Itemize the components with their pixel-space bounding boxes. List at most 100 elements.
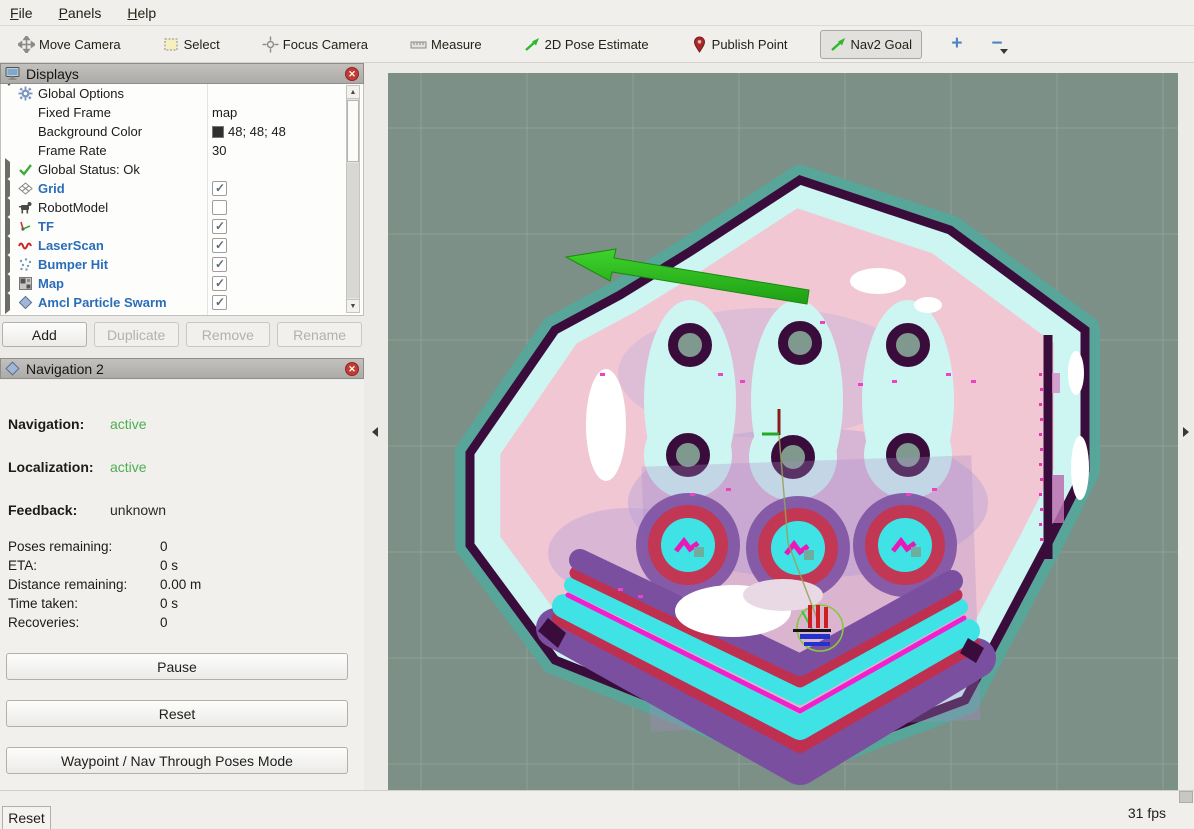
remove-tool-button[interactable]: − xyxy=(984,31,1010,57)
display-row-amcl-particle-swarm[interactable]: Amcl Particle Swarm xyxy=(1,293,363,312)
enabled-cell xyxy=(212,181,227,196)
tool-select[interactable]: Select xyxy=(153,30,230,59)
status-label: Localization: xyxy=(8,459,110,475)
enabled-checkbox[interactable] xyxy=(212,181,227,196)
diamond-icon xyxy=(18,295,33,310)
right-splitter[interactable] xyxy=(1178,63,1194,790)
splitter-expand-icon[interactable] xyxy=(1180,423,1192,441)
expander-right-icon[interactable] xyxy=(5,257,15,272)
stat-value: 0.00 m xyxy=(160,577,201,592)
expander-right-icon[interactable] xyxy=(5,276,15,291)
add-display-button[interactable]: Add xyxy=(2,322,87,347)
tf-icon xyxy=(18,219,33,234)
robot-icon xyxy=(18,200,33,215)
display-row-grid[interactable]: Grid xyxy=(1,179,363,198)
status-value: unknown xyxy=(110,502,166,518)
viewport-canvas xyxy=(388,73,1178,790)
waypoint-nav-through-poses-mode-button[interactable]: Waypoint / Nav Through Poses Mode xyxy=(6,747,348,774)
color-value: 48; 48; 48 xyxy=(228,124,286,139)
display-row-robotmodel[interactable]: RobotModel xyxy=(1,198,363,217)
expander-right-icon[interactable] xyxy=(5,181,15,196)
nav2-close-icon[interactable]: ✕ xyxy=(345,362,359,376)
rename-display-button: Rename xyxy=(277,322,362,347)
splitter-collapse-icon[interactable] xyxy=(369,423,381,441)
pose-arrow-icon xyxy=(524,36,541,53)
tool-measure[interactable]: Measure xyxy=(400,30,492,59)
enabled-cell xyxy=(212,276,227,291)
enabled-checkbox[interactable] xyxy=(212,257,227,272)
display-label: Bumper Hit xyxy=(38,257,108,272)
enabled-checkbox[interactable] xyxy=(212,238,227,253)
display-row-laserscan[interactable]: LaserScan xyxy=(1,236,363,255)
display-row-global-options[interactable]: Global Options xyxy=(1,84,363,103)
tool-label: Move Camera xyxy=(39,37,121,52)
tool-2d-pose-estimate[interactable]: 2D Pose Estimate xyxy=(514,30,659,59)
display-row-map[interactable]: Map xyxy=(1,274,363,293)
menu-panels[interactable]: Panels xyxy=(59,5,102,21)
pause-button[interactable]: Pause xyxy=(6,653,348,680)
display-row-fixed-frame[interactable]: Fixed Framemap xyxy=(1,103,363,122)
tool-publish-point[interactable]: Publish Point xyxy=(681,30,798,59)
property-value[interactable]: 48; 48; 48 xyxy=(212,124,286,139)
display-row-frame-rate[interactable]: Frame Rate 30 xyxy=(1,141,363,160)
tool-nav2-goal[interactable]: Nav2 Goal xyxy=(820,30,922,59)
focus-camera-icon xyxy=(262,36,279,53)
color-swatch xyxy=(212,126,224,138)
tool-move-camera[interactable]: Move Camera xyxy=(8,30,131,59)
displays-panel-header[interactable]: Displays ✕ xyxy=(0,63,364,84)
display-label: Grid xyxy=(38,181,65,196)
toolbar: Move Camera Select Focus Camera Measure 2D P… xyxy=(0,26,1194,63)
property-value[interactable]: 30 xyxy=(212,143,226,158)
stat-label: ETA: xyxy=(8,558,160,573)
displays-tree: ▲ ▼ Global OptionsFixed FramemapBackgrou… xyxy=(0,84,364,316)
pose-arrow-icon xyxy=(830,36,847,53)
display-label: LaserScan xyxy=(38,238,104,253)
status-row-localization: Localization:active xyxy=(8,459,147,475)
left-splitter[interactable] xyxy=(364,63,388,790)
stat-value: 0 s xyxy=(160,596,178,611)
display-row-global-status-ok[interactable]: Global Status: Ok xyxy=(1,160,363,179)
expander-right-icon[interactable] xyxy=(5,219,15,234)
stat-value: 0 xyxy=(160,539,168,554)
property-value[interactable]: map xyxy=(212,105,237,120)
expander-right-icon[interactable] xyxy=(5,162,15,177)
menu-help[interactable]: Help xyxy=(127,5,156,21)
tool-focus-camera[interactable]: Focus Camera xyxy=(252,30,378,59)
display-label: TF xyxy=(38,219,54,234)
corner-grip[interactable] xyxy=(1179,791,1193,803)
stat-label: Distance remaining: xyxy=(8,577,160,592)
displays-close-icon[interactable]: ✕ xyxy=(345,67,359,81)
tool-label: Select xyxy=(184,37,220,52)
reset-button[interactable]: Reset xyxy=(6,700,348,727)
expander-right-icon[interactable] xyxy=(5,238,15,253)
display-label: Frame Rate xyxy=(38,143,107,158)
enabled-cell xyxy=(212,200,227,215)
enabled-checkbox[interactable] xyxy=(212,295,227,310)
display-row-bumper-hit[interactable]: Bumper Hit xyxy=(1,255,363,274)
display-label: Map xyxy=(38,276,64,291)
select-icon xyxy=(163,36,180,53)
measure-icon xyxy=(410,36,427,53)
display-row-tf[interactable]: TF xyxy=(1,217,363,236)
enabled-checkbox[interactable] xyxy=(212,200,227,215)
menu-file[interactable]: File xyxy=(10,5,33,21)
nav2-panel-header[interactable]: Navigation 2 ✕ xyxy=(0,358,364,379)
nav2-panel-title: Navigation 2 xyxy=(26,361,104,377)
display-label: RobotModel xyxy=(38,200,108,215)
add-tool-button[interactable]: + xyxy=(944,31,970,57)
reset-view-button[interactable]: Reset xyxy=(2,806,51,829)
bumper-icon xyxy=(18,257,33,272)
expander-right-icon[interactable] xyxy=(5,295,15,310)
stat-value: 0 s xyxy=(160,558,178,573)
enabled-checkbox[interactable] xyxy=(212,276,227,291)
fps-counter: 31 fps xyxy=(1128,805,1166,821)
stat-label: Time taken: xyxy=(8,596,160,611)
expander-down-icon[interactable] xyxy=(5,86,15,101)
expander-right-icon[interactable] xyxy=(5,200,15,215)
status-label: Navigation: xyxy=(8,416,110,432)
menu-bar: File Panels Help xyxy=(0,0,1194,26)
enabled-checkbox[interactable] xyxy=(212,219,227,234)
3d-viewport[interactable] xyxy=(388,73,1178,790)
stat-row-time-taken: Time taken:0 s xyxy=(8,596,258,611)
display-row-background-color[interactable]: Background Color48; 48; 48 xyxy=(1,122,363,141)
